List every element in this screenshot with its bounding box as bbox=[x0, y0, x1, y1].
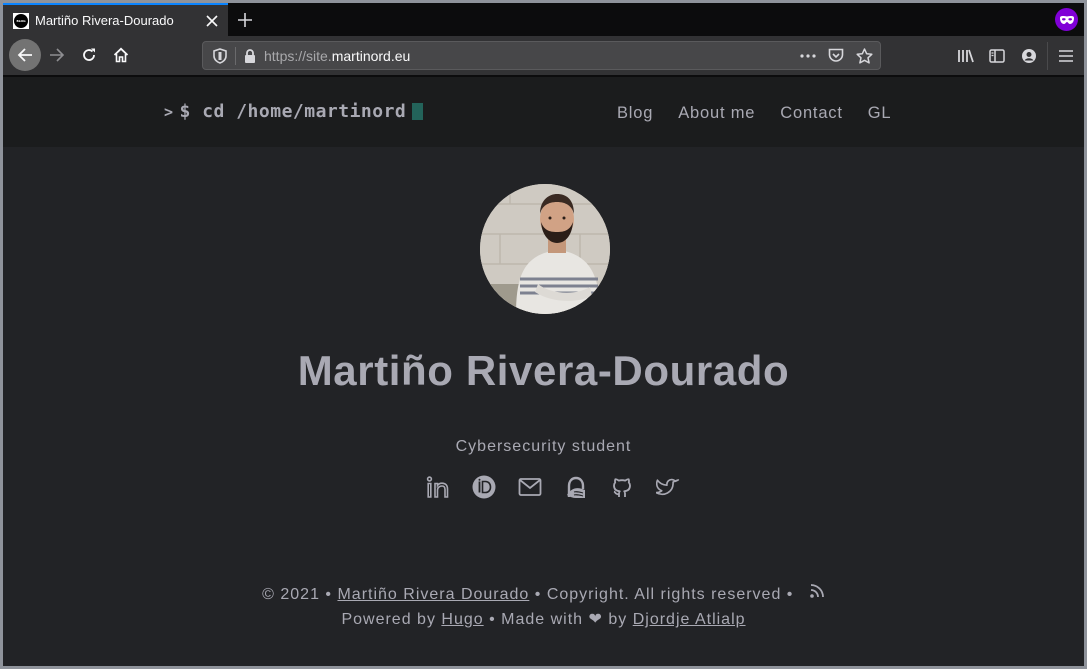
nav-about-me[interactable]: About me bbox=[678, 104, 755, 123]
logo-text: $ cd /home/martinord bbox=[179, 101, 407, 122]
copyright-prefix: © 2021 • bbox=[262, 586, 338, 603]
tab-active[interactable]: BLOG Martiño Rivera-Dourado bbox=[3, 3, 228, 36]
page-actions-button[interactable] bbox=[794, 53, 822, 58]
library-icon bbox=[957, 49, 974, 62]
account-icon bbox=[1022, 48, 1036, 63]
linkedin-link[interactable] bbox=[415, 473, 461, 501]
nav-blog[interactable]: Blog bbox=[617, 104, 653, 123]
email-link[interactable] bbox=[507, 473, 553, 501]
account-button[interactable] bbox=[1013, 40, 1045, 72]
footer-powered-line: Powered by Hugo • Made with ❤ by Djordje… bbox=[3, 607, 1084, 632]
close-icon bbox=[206, 14, 218, 27]
sidebar-button[interactable] bbox=[981, 40, 1013, 72]
forward-button[interactable] bbox=[42, 40, 72, 70]
star-icon bbox=[855, 47, 873, 64]
home-button[interactable] bbox=[106, 40, 136, 70]
url-separator bbox=[235, 46, 236, 65]
new-tab-button[interactable] bbox=[232, 7, 258, 33]
reload-icon bbox=[83, 48, 95, 61]
web-page: > $ cd /home/martinord Blog About me Con… bbox=[3, 77, 1084, 666]
rss-icon bbox=[810, 584, 824, 599]
plus-icon bbox=[238, 13, 252, 27]
author-link[interactable]: Martiño Rivera Dourado bbox=[337, 586, 529, 603]
footer-copyright-line: © 2021 • Martiño Rivera Dourado • Copyri… bbox=[3, 582, 1084, 607]
github-link[interactable] bbox=[599, 473, 645, 501]
avatar bbox=[480, 184, 610, 314]
hugo-link[interactable]: Hugo bbox=[441, 611, 483, 628]
url-bar[interactable]: https://site.martinord.eu bbox=[202, 41, 881, 70]
powered-prefix: Powered by bbox=[341, 611, 442, 629]
github-icon bbox=[613, 478, 631, 497]
profile-name: Martiño Rivera-Dourado bbox=[297, 347, 790, 394]
arrow-left-icon bbox=[17, 48, 32, 62]
site-header: > $ cd /home/martinord Blog About me Con… bbox=[3, 77, 1084, 147]
favicon-icon: BLOG bbox=[13, 12, 29, 29]
social-links bbox=[415, 473, 691, 501]
site-nav: Blog About me Contact GL bbox=[617, 104, 916, 123]
tab-title: Martiño Rivera-Dourado bbox=[35, 13, 174, 28]
terminal-cursor bbox=[412, 103, 424, 120]
reload-button[interactable] bbox=[74, 40, 104, 70]
private-browsing-mask-icon bbox=[1055, 8, 1078, 31]
made-with-text: • Made with ❤ by bbox=[483, 611, 633, 629]
hamburger-icon bbox=[1059, 49, 1073, 62]
arrow-right-icon bbox=[50, 48, 65, 62]
profile-subtitle: Cybersecurity student bbox=[455, 438, 632, 455]
theme-author-link[interactable]: Djordje Atlialp bbox=[633, 611, 746, 628]
nav-contact[interactable]: Contact bbox=[780, 104, 842, 123]
keybase-link[interactable] bbox=[553, 473, 599, 501]
lock-icon[interactable] bbox=[242, 48, 258, 63]
home-icon bbox=[113, 47, 129, 63]
site-logo[interactable]: > $ cd /home/martinord bbox=[164, 101, 424, 122]
site-footer: © 2021 • Martiño Rivera Dourado • Copyri… bbox=[3, 582, 1084, 632]
mail-icon bbox=[518, 478, 542, 496]
orcid-icon bbox=[472, 475, 496, 499]
logo-prompt: > bbox=[164, 102, 174, 121]
menu-button[interactable] bbox=[1050, 40, 1082, 72]
back-button[interactable] bbox=[9, 39, 41, 71]
tab-strip: BLOG Martiño Rivera-Dourado bbox=[3, 3, 1084, 36]
copyright-suffix: • Copyright. All rights reserved • bbox=[529, 586, 799, 603]
pocket-button[interactable] bbox=[822, 48, 850, 63]
toolbar-divider bbox=[1047, 41, 1048, 70]
url-prefix: https://site. bbox=[264, 47, 332, 64]
url-text[interactable]: https://site.martinord.eu bbox=[264, 48, 410, 64]
tracking-shield-icon[interactable] bbox=[208, 47, 232, 64]
twitter-icon bbox=[656, 478, 680, 496]
twitter-link[interactable] bbox=[645, 473, 691, 501]
linkedin-icon bbox=[426, 476, 449, 498]
pocket-icon bbox=[828, 48, 844, 62]
close-tab-button[interactable] bbox=[200, 9, 224, 33]
library-button[interactable] bbox=[949, 40, 981, 72]
navigation-toolbar: https://site.martinord.eu bbox=[3, 36, 1084, 76]
url-host: martinord.eu bbox=[331, 47, 411, 64]
keybase-icon bbox=[567, 476, 585, 498]
sidebar-icon bbox=[989, 48, 1005, 63]
nav-gl[interactable]: GL bbox=[868, 104, 892, 123]
ellipsis-icon bbox=[800, 53, 816, 58]
rss-link[interactable] bbox=[809, 582, 825, 607]
browser-window: BLOG Martiño Rivera-Dourado https://site… bbox=[3, 3, 1084, 666]
orcid-link[interactable] bbox=[461, 473, 507, 501]
bookmark-button[interactable] bbox=[850, 47, 878, 64]
